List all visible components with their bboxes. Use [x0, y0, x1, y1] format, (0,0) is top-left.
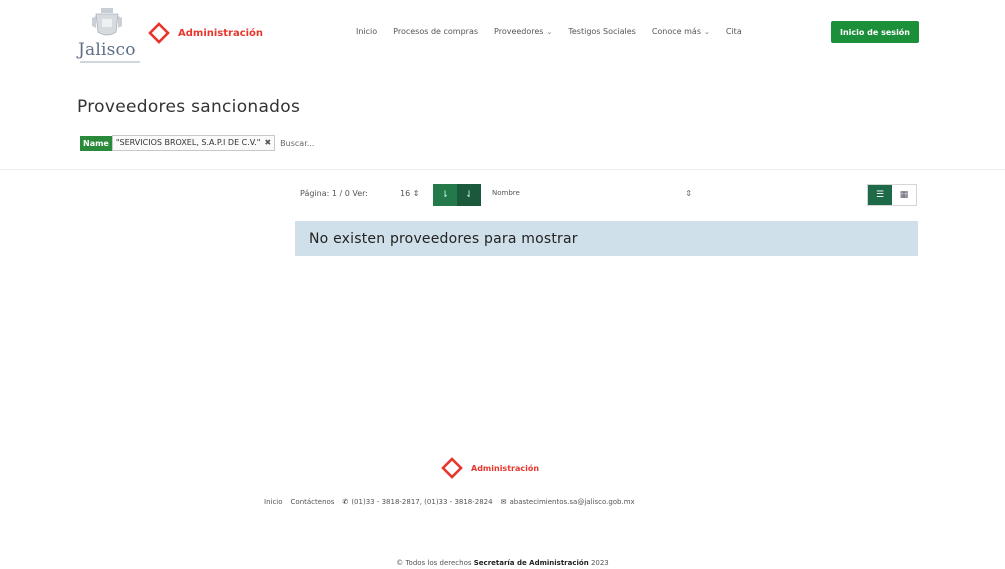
footer-administracion-text: Administración [471, 463, 540, 473]
main-nav: Inicio Procesos de compras Proveedores ⌄ … [356, 27, 758, 36]
footer-email-text: abastecimientos.sa@jalisco.gob.mx [509, 498, 635, 506]
footer-link-inicio[interactable]: Inicio [264, 498, 283, 506]
administracion-logo-text: Administración [178, 27, 264, 39]
nav-item-conoce-mas[interactable]: Conoce más ⌄ [652, 27, 710, 36]
sort-direction-group: ⇂ ⇃ [433, 184, 481, 206]
footer-phone-text: (01)33 - 3818-2817, (01)33 - 3818-2824 [351, 498, 493, 506]
nav-item-label: Proveedores [494, 27, 544, 36]
copyright-prefix: © Todos los derechos [396, 559, 472, 567]
sort-descending-icon[interactable]: ⇃ [457, 184, 481, 206]
footer-links: Inicio Contáctenos ✆ (01)33 - 3818-2817, … [264, 498, 635, 506]
chevron-down-icon: ⌄ [704, 28, 710, 36]
filter-chip[interactable]: "SERVICIOS BROXEL, S.A.P.I DE C.V." ✖ [111, 135, 276, 151]
nav-item-label: Testigos Sociales [568, 27, 636, 36]
filter-chip-value: "SERVICIOS BROXEL, S.A.P.I DE C.V." [115, 138, 261, 147]
nav-item-label: Inicio [356, 27, 378, 36]
page-title: Proveedores sancionados [77, 97, 301, 117]
empty-results-message: No existen proveedores para mostrar [295, 221, 918, 256]
nav-item-label: Procesos de compras [393, 27, 479, 36]
sort-field-value: Nombre [492, 189, 520, 197]
grid-view-icon[interactable]: ▦ [892, 185, 916, 205]
nav-item-label: Conoce más [651, 27, 701, 36]
footer-phone: ✆ (01)33 - 3818-2817, (01)33 - 3818-2824 [342, 498, 492, 506]
sort-ascending-icon[interactable]: ⇂ [433, 184, 457, 206]
results-toolbar: Página: 1 / 0 Ver: 16 ⇕ ⇂ ⇃ Nombre ⇕ ☰ ▦ [300, 184, 918, 206]
empty-results-text: No existen proveedores para mostrar [309, 230, 578, 247]
per-page-select[interactable]: 16 ⇕ [400, 189, 419, 198]
jalisco-crest-icon [92, 8, 122, 36]
jalisco-logo[interactable]: Jalisco [76, 6, 142, 66]
login-button[interactable]: Inicio de sesión [831, 21, 919, 43]
copyright-year: 2023 [590, 559, 609, 567]
envelope-icon: ✉ [500, 498, 507, 506]
copyright-org: Secretaría de Administración [473, 559, 589, 567]
select-arrows-icon: ⇕ [412, 189, 420, 198]
list-view-icon[interactable]: ☰ [868, 185, 892, 205]
filter-bar: Name "SERVICIOS BROXEL, S.A.P.I DE C.V."… [80, 135, 314, 151]
administracion-emblem-icon [148, 22, 170, 44]
footer-administracion-logo[interactable]: Administración [441, 457, 539, 479]
sort-field-select[interactable]: Nombre ⇕ [492, 189, 692, 198]
copyright: © Todos los derechos Secretaría de Admin… [0, 559, 1005, 567]
administracion-emblem-icon [441, 457, 463, 479]
jalisco-brand-text: Jalisco [78, 40, 136, 60]
nav-item-procesos-de-compras[interactable]: Procesos de compras [393, 27, 478, 36]
site-header: Jalisco Administración Inicio Procesos d… [0, 0, 1005, 72]
nav-item-label: Cita [725, 27, 742, 36]
pagination-info: Página: 1 / 0 Ver: [300, 189, 368, 198]
phone-icon: ✆ [342, 498, 349, 506]
administracion-logo[interactable]: Administración [148, 22, 263, 44]
nav-item-inicio[interactable]: Inicio [356, 27, 377, 36]
chevron-down-icon: ⌄ [546, 28, 553, 36]
close-icon[interactable]: ✖ [264, 136, 271, 150]
nav-item-testigos-sociales[interactable]: Testigos Sociales [568, 27, 635, 36]
per-page-value: 16 [400, 189, 411, 198]
select-arrows-icon: ⇕ [685, 189, 692, 198]
footer-email[interactable]: ✉ abastecimientos.sa@jalisco.gob.mx [501, 498, 635, 506]
nav-item-proveedores[interactable]: Proveedores ⌄ [494, 27, 552, 36]
filter-field-label: Name [80, 135, 112, 151]
footer-link-contactenos[interactable]: Contáctenos [291, 498, 335, 506]
nav-item-cita[interactable]: Cita [726, 27, 742, 36]
divider [0, 169, 1005, 170]
jalisco-subtitle-line [80, 61, 140, 63]
search-input[interactable]: Buscar... [280, 139, 314, 148]
view-toggle-group: ☰ ▦ [867, 184, 917, 206]
